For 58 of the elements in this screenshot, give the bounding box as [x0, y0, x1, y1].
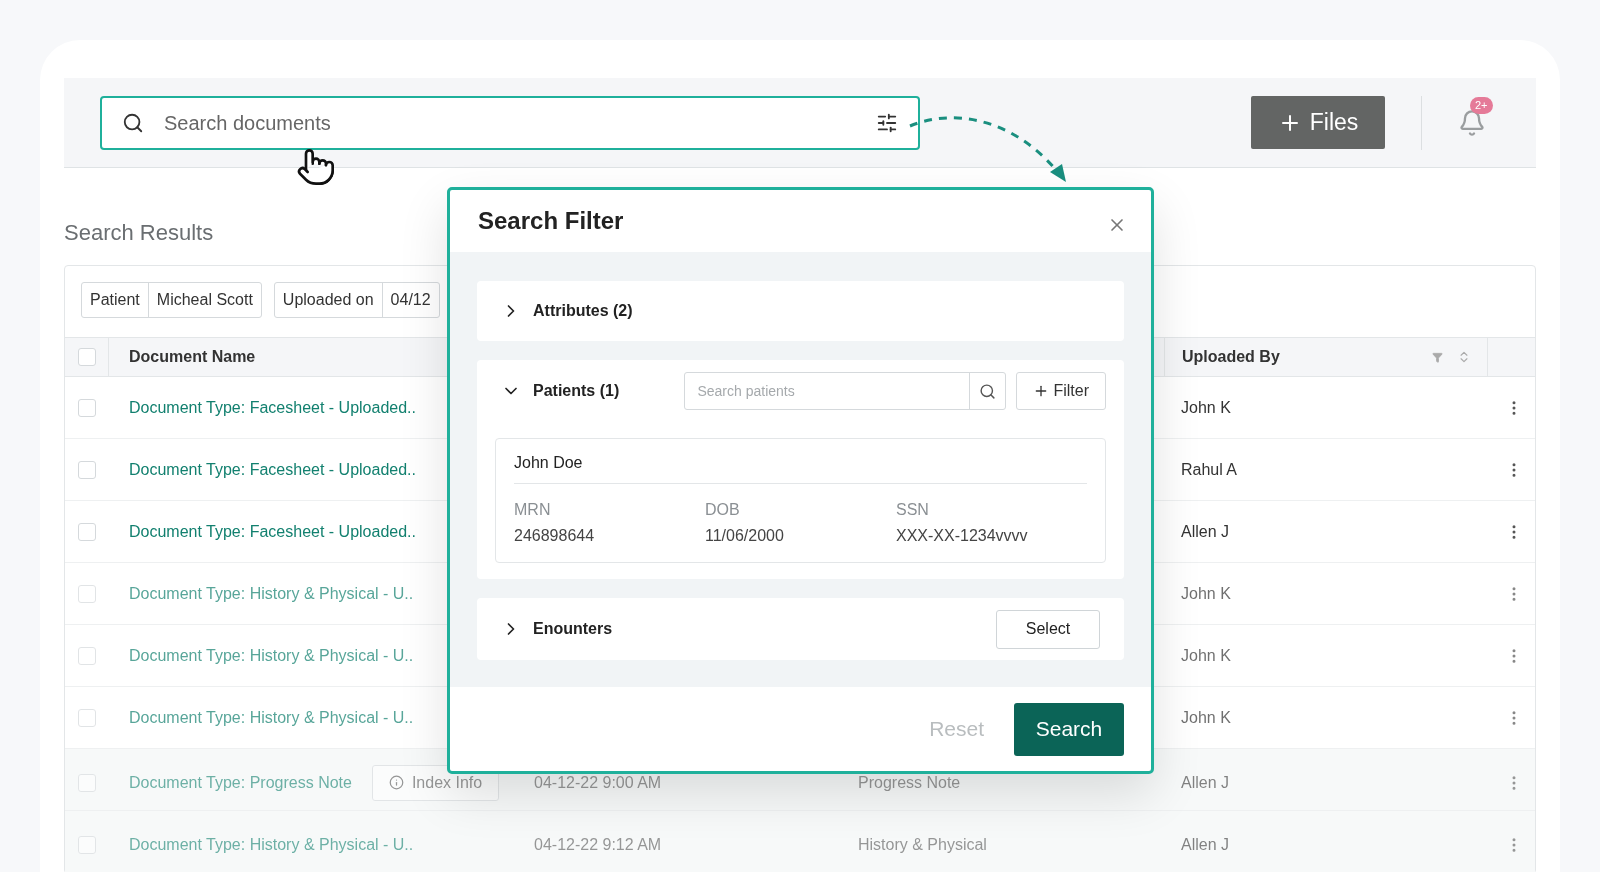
- section-title[interactable]: Enounters: [533, 617, 613, 641]
- notification-badge: 2+: [1470, 96, 1493, 114]
- section-title: Search Results: [64, 219, 214, 247]
- date-cell: 04-12-22 9:00 AM: [534, 773, 662, 791]
- checkbox[interactable]: [78, 460, 96, 479]
- uploader-cell: Allen J: [1181, 835, 1230, 853]
- type-cell: Progress Note: [858, 773, 961, 791]
- checkbox[interactable]: [77, 348, 96, 366]
- uploader-cell: John K: [1181, 398, 1231, 416]
- checkbox[interactable]: [78, 835, 96, 854]
- field-value: 11/06/2000: [705, 526, 785, 546]
- checkbox[interactable]: [78, 398, 96, 417]
- document-link[interactable]: Document Type: History & Physical - U..: [129, 643, 414, 668]
- uploader-cell: Allen J: [1181, 773, 1230, 791]
- uploader-cell: Allen J: [1181, 522, 1230, 540]
- search-input[interactable]: Search documents: [164, 107, 856, 138]
- search-icon[interactable]: [979, 382, 997, 400]
- patient-name: John Doe: [514, 451, 1087, 484]
- section-title[interactable]: Attributes (2): [533, 299, 633, 323]
- add-files-button[interactable]: Files: [1251, 96, 1385, 149]
- filter-chip[interactable]: Uploaded on 04/12: [273, 282, 440, 318]
- date-cell: 04-12-22 9:12 AM: [534, 835, 662, 853]
- patient-search-input[interactable]: Search patients: [685, 373, 970, 409]
- checkbox[interactable]: [78, 584, 96, 603]
- bell-icon[interactable]: [1458, 108, 1486, 137]
- checkbox[interactable]: [78, 522, 96, 541]
- uploader-cell: Rahul A: [1181, 460, 1238, 478]
- field-value: 246898644: [514, 526, 596, 546]
- field-label: MRN: [514, 500, 552, 520]
- filter-button[interactable]: Filter: [1016, 372, 1106, 410]
- search-field[interactable]: Search documents: [100, 95, 920, 150]
- checkbox[interactable]: [78, 773, 96, 792]
- checkbox[interactable]: [78, 646, 96, 665]
- select-button[interactable]: Select: [996, 609, 1100, 649]
- column-header: Document Name: [128, 347, 257, 367]
- document-link[interactable]: Document Type: Facesheet - Uploaded..: [129, 519, 416, 544]
- uploader-cell: John K: [1181, 708, 1231, 726]
- uploader-cell: John K: [1181, 646, 1231, 664]
- patient-search-field[interactable]: Search patients: [684, 372, 1007, 410]
- document-link[interactable]: Document Type: Facesheet - Uploaded..: [129, 457, 416, 482]
- search-icon: [122, 111, 144, 134]
- search-button[interactable]: Search: [1014, 702, 1124, 756]
- uploader-cell: John K: [1181, 584, 1231, 602]
- checkbox[interactable]: [78, 708, 96, 727]
- dialog-title: Search Filter: [478, 206, 624, 236]
- document-link[interactable]: Document Type: Facesheet - Uploaded..: [129, 395, 416, 420]
- field-label: SSN: [896, 500, 930, 520]
- filter-chip[interactable]: Patient Micheal Scott: [81, 282, 262, 318]
- info-icon: [388, 775, 404, 790]
- filter-icon[interactable]: [1432, 351, 1443, 363]
- field-value: XXX-XX-1234vvvv: [896, 526, 1029, 546]
- field-label: DOB: [705, 500, 741, 520]
- document-link[interactable]: Document Type: History & Physical - U..: [129, 581, 414, 606]
- type-cell: History & Physical: [858, 835, 987, 853]
- document-link[interactable]: Document Type: History & Physical - U..: [129, 705, 414, 730]
- column-header: Uploaded By: [1182, 347, 1281, 367]
- settings-icon[interactable]: [876, 111, 898, 134]
- section-title[interactable]: Patients (1): [533, 379, 620, 403]
